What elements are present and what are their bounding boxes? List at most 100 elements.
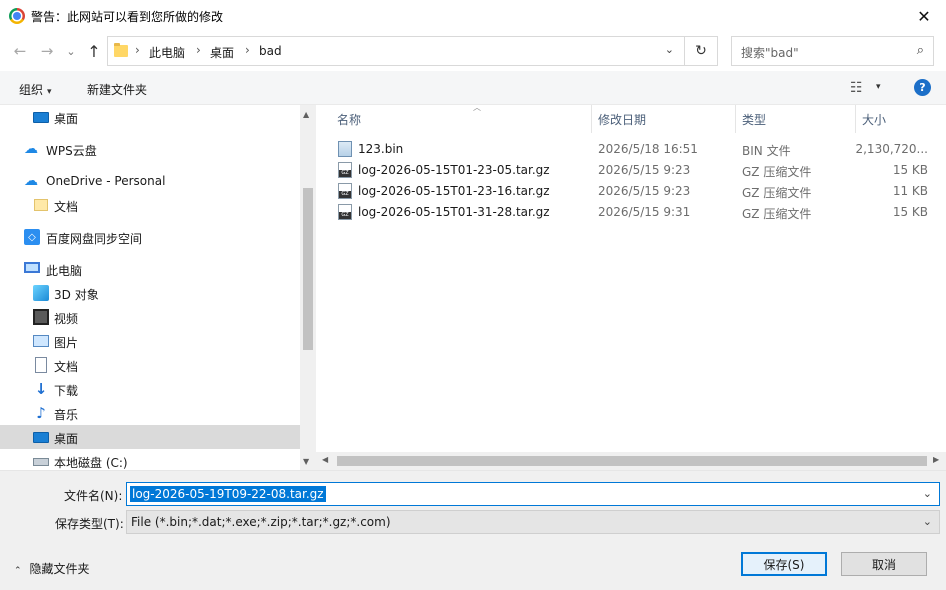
baidu-netdisk-icon: ◇ bbox=[24, 229, 40, 245]
computer-icon bbox=[24, 262, 40, 273]
chevron-down-icon: ▾ bbox=[47, 87, 52, 97]
sidebar-item-onedrive-documents[interactable]: 文档 bbox=[0, 193, 300, 217]
file-row[interactable]: log-2026-05-15T01-23-16.tar.gz 2026/5/15… bbox=[332, 181, 944, 202]
sidebar-item-this-pc[interactable]: 此电脑 bbox=[0, 257, 300, 281]
save-button[interactable]: 保存(S) bbox=[741, 552, 827, 576]
file-type: GZ 压缩文件 bbox=[742, 186, 812, 200]
file-size: 2,130,720... bbox=[855, 142, 928, 156]
file-size: 15 KB bbox=[892, 205, 928, 219]
column-header-date[interactable]: 修改日期 bbox=[593, 105, 735, 133]
hide-folders-toggle[interactable]: ⌃ 隐藏文件夹 bbox=[14, 560, 90, 577]
breadcrumb-bad[interactable]: bad bbox=[259, 44, 282, 58]
search-placeholder: 搜索"bad" bbox=[741, 46, 799, 60]
file-size: 15 KB bbox=[892, 163, 928, 177]
view-dropdown-icon[interactable]: ▾ bbox=[876, 82, 881, 92]
file-name: log-2026-05-15T01-23-05.tar.gz bbox=[358, 163, 550, 177]
column-header-size[interactable]: 大小 bbox=[857, 105, 942, 133]
navigation-pane-scrollbar[interactable]: ▲ ▼ bbox=[300, 105, 316, 470]
scroll-left-icon[interactable]: ◀ bbox=[322, 455, 328, 464]
sidebar-item-music[interactable]: ♪ 音乐 bbox=[0, 401, 300, 425]
sidebar-item-videos[interactable]: 视频 bbox=[0, 305, 300, 329]
new-folder-button[interactable]: 新建文件夹 bbox=[87, 81, 147, 98]
column-divider[interactable] bbox=[855, 105, 856, 133]
scroll-down-icon[interactable]: ▼ bbox=[303, 457, 309, 466]
search-box[interactable]: 搜索"bad" ⌕ bbox=[731, 36, 934, 66]
video-icon bbox=[33, 309, 49, 325]
sidebar-item-label: 下载 bbox=[54, 384, 79, 398]
breadcrumb-separator: › bbox=[196, 43, 201, 57]
filename-input[interactable]: log-2026-05-19T09-22-08.tar.gz ⌄ bbox=[126, 482, 940, 506]
scroll-right-icon[interactable]: ▶ bbox=[933, 455, 939, 464]
up-icon[interactable]: ↑ bbox=[83, 40, 105, 62]
scrollbar-thumb[interactable] bbox=[337, 456, 927, 466]
breadcrumb-this-pc[interactable]: 此电脑 bbox=[149, 44, 185, 61]
file-list-horizontal-scrollbar[interactable]: ◀ ▶ bbox=[316, 452, 946, 470]
bin-file-icon bbox=[338, 141, 352, 157]
file-date: 2026/5/15 9:23 bbox=[598, 184, 691, 198]
sidebar-item-baidu-sync[interactable]: ◇ 百度网盘同步空间 bbox=[0, 225, 300, 249]
filetype-select[interactable]: File (*.bin;*.dat;*.exe;*.zip;*.tar;*.gz… bbox=[126, 510, 940, 534]
sidebar-item-wps-cloud[interactable]: ☁ WPS云盘 bbox=[0, 137, 300, 161]
recent-locations-dropdown-icon[interactable]: ⌄ bbox=[60, 40, 82, 62]
gz-file-icon bbox=[338, 204, 352, 220]
chevron-down-icon[interactable]: ⌄ bbox=[923, 515, 932, 528]
cloud-icon: ☁ bbox=[24, 141, 38, 157]
sidebar-item-desktop[interactable]: 桌面 bbox=[0, 425, 300, 449]
column-header-type[interactable]: 类型 bbox=[737, 105, 855, 133]
window-title: 警告：此网站可以看到您所做的修改 bbox=[31, 10, 224, 24]
navigation-bar: ← → ⌄ ↑ › 此电脑 › 桌面 › bad ⌄ ↻ 搜索"bad" ⌕ bbox=[0, 31, 946, 71]
filename-value[interactable]: log-2026-05-19T09-22-08.tar.gz bbox=[130, 486, 326, 502]
sidebar-item-onedrive[interactable]: ☁ OneDrive - Personal bbox=[0, 169, 300, 193]
search-icon[interactable]: ⌕ bbox=[917, 43, 924, 58]
sidebar-item-label: 此电脑 bbox=[46, 264, 83, 278]
view-options-icon[interactable]: ☷ bbox=[850, 80, 863, 96]
column-header-name[interactable]: 名称 ︿ bbox=[332, 103, 590, 133]
sidebar-item-label: 百度网盘同步空间 bbox=[46, 232, 143, 246]
pictures-icon bbox=[33, 335, 49, 347]
sidebar-item-3d-objects[interactable]: 3D 对象 bbox=[0, 281, 300, 305]
scroll-up-icon[interactable]: ▲ bbox=[303, 110, 309, 119]
address-dropdown-icon[interactable]: ⌄ bbox=[665, 43, 674, 56]
file-row[interactable]: 123.bin 2026/5/18 16:51 BIN 文件 2,130,720… bbox=[332, 139, 944, 160]
scrollbar-thumb[interactable] bbox=[303, 188, 313, 350]
sidebar-item-pictures[interactable]: 图片 bbox=[0, 329, 300, 353]
folder-icon bbox=[34, 199, 48, 211]
back-icon[interactable]: ← bbox=[9, 40, 31, 62]
breadcrumb-desktop[interactable]: 桌面 bbox=[210, 44, 234, 61]
file-name: 123.bin bbox=[358, 142, 404, 156]
column-header-label: 名称 bbox=[337, 112, 362, 127]
sidebar-item-label: 文档 bbox=[54, 360, 79, 374]
file-list: 名称 ︿ 修改日期 类型 大小 123.bin 2026/5/18 16:51 … bbox=[316, 103, 946, 470]
address-bar[interactable]: › 此电脑 › 桌面 › bad ⌄ bbox=[107, 36, 685, 66]
sidebar-item-label: 本地磁盘 (C:) bbox=[54, 456, 128, 470]
file-row[interactable]: log-2026-05-15T01-23-05.tar.gz 2026/5/15… bbox=[332, 160, 944, 181]
forward-icon[interactable]: → bbox=[36, 40, 58, 62]
chevron-down-icon[interactable]: ⌄ bbox=[923, 487, 932, 500]
sidebar-item-documents[interactable]: 文档 bbox=[0, 353, 300, 377]
sidebar-item-label: 桌面 bbox=[54, 112, 79, 126]
file-row[interactable]: log-2026-05-15T01-31-28.tar.gz 2026/5/15… bbox=[332, 202, 944, 223]
column-divider[interactable] bbox=[591, 105, 592, 133]
organize-menu[interactable]: 组织 ▾ bbox=[19, 81, 52, 98]
breadcrumb-separator: › bbox=[135, 43, 140, 57]
sidebar-item-label: 视频 bbox=[54, 312, 79, 326]
chrome-icon bbox=[9, 8, 25, 24]
cancel-button[interactable]: 取消 bbox=[841, 552, 927, 576]
gz-file-icon bbox=[338, 162, 352, 178]
sidebar-item-local-disk-c[interactable]: 本地磁盘 (C:) bbox=[0, 449, 300, 470]
file-name: log-2026-05-15T01-23-16.tar.gz bbox=[358, 184, 550, 198]
help-icon[interactable]: ? bbox=[914, 79, 931, 96]
file-date: 2026/5/18 16:51 bbox=[598, 142, 698, 156]
breadcrumb-separator: › bbox=[245, 43, 250, 57]
save-options-panel: 文件名(N): log-2026-05-19T09-22-08.tar.gz ⌄… bbox=[0, 470, 946, 590]
folder-icon bbox=[114, 43, 128, 57]
column-divider[interactable] bbox=[735, 105, 736, 133]
sidebar-item-downloads[interactable]: ↓ 下载 bbox=[0, 377, 300, 401]
sort-ascending-icon: ︿ bbox=[473, 103, 481, 112]
organize-label: 组织 bbox=[19, 83, 44, 97]
sidebar-item-label: 音乐 bbox=[54, 408, 79, 422]
close-button[interactable]: ✕ bbox=[908, 3, 940, 29]
desktop-icon bbox=[33, 112, 49, 123]
sidebar-item-desktop-quick[interactable]: 桌面 bbox=[0, 105, 300, 129]
refresh-button[interactable]: ↻ bbox=[685, 36, 718, 66]
